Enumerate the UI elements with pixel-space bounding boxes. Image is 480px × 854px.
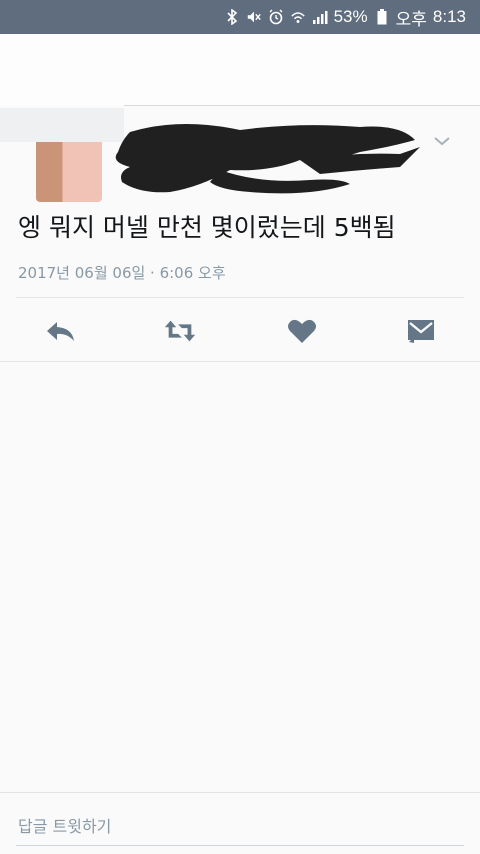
divider-top <box>16 297 464 298</box>
retweet-icon <box>164 320 196 342</box>
avatar[interactable] <box>36 142 102 202</box>
wifi-icon <box>290 9 306 25</box>
bluetooth-icon <box>224 9 240 25</box>
divider-actions <box>0 361 480 362</box>
alarm-icon <box>268 9 284 25</box>
tweet-timestamp[interactable]: 2017년 06월 06일 · 6:06 오후 <box>18 262 226 283</box>
redaction-scribble <box>115 123 420 194</box>
tweet-text: 엥 뭐지 머넬 만천 몇이렀는데 5백됨 <box>18 213 396 242</box>
mute-icon <box>246 9 262 25</box>
chevron-down-icon[interactable] <box>432 133 452 149</box>
signal-icon <box>312 9 328 25</box>
like-icon <box>288 319 316 343</box>
battery-icon <box>374 9 390 25</box>
reply-button[interactable] <box>44 314 78 348</box>
clock-time: 8:13 <box>432 7 466 26</box>
retweet-button[interactable] <box>163 314 197 348</box>
reply-composer[interactable]: 답글 트윗하기 <box>0 792 480 854</box>
reply-underline <box>16 845 464 846</box>
message-button[interactable] <box>404 314 438 348</box>
message-icon <box>408 320 434 343</box>
reply-icon <box>47 322 74 341</box>
like-button[interactable] <box>285 314 319 348</box>
header-divider <box>124 105 480 106</box>
battery-percent: 53% <box>333 7 368 26</box>
reply-input[interactable]: 답글 트윗하기 <box>18 813 111 837</box>
clock-ampm: 오후 <box>395 9 427 29</box>
header-area <box>0 34 480 106</box>
status-bar: 53% 오후 8:13 <box>0 0 480 34</box>
